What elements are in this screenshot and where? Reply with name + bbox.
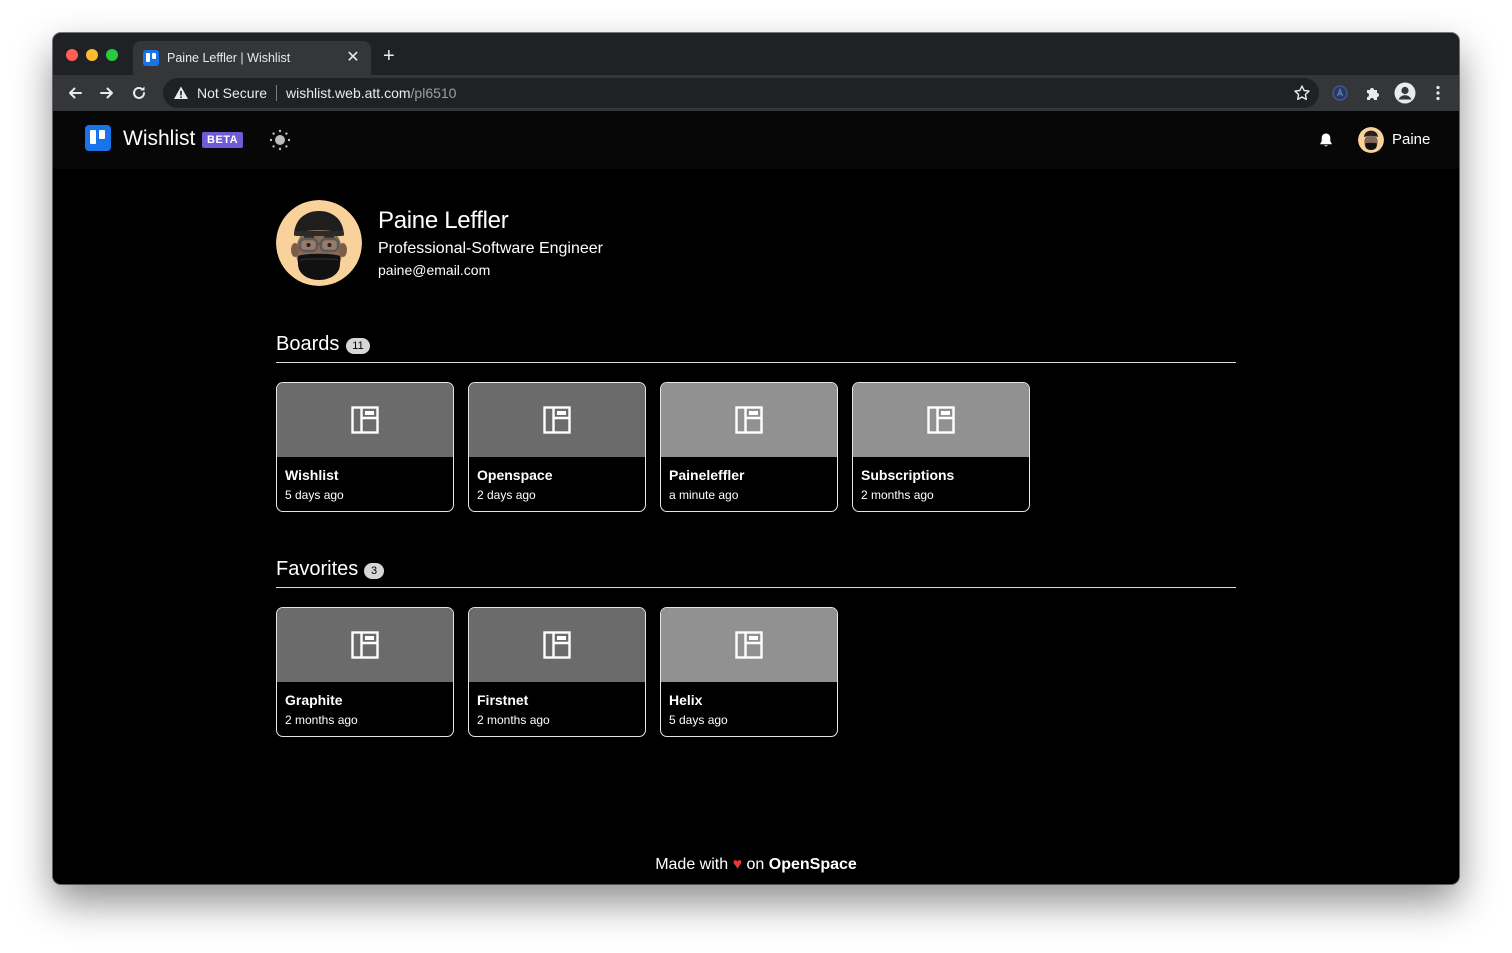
board-card-name: Subscriptions [861,467,955,483]
minimize-window-button[interactable] [86,49,98,61]
url-host: wishlist.web.att.com [286,85,411,101]
board-layout-icon [543,406,571,434]
forward-icon[interactable] [96,82,118,104]
board-card-cover [469,608,645,682]
footer-on: on [746,856,765,873]
boards-section-header: Boards 11 [276,333,1236,363]
board-layout-icon [735,631,763,659]
board-card-time: a minute ago [669,488,739,502]
profile-email: paine@email.com [378,262,491,278]
board-card-cover [661,608,837,682]
favorites-count-badge: 3 [364,563,384,579]
board-card-time: 5 days ago [285,488,344,502]
app-header: Wishlist BETA Paine [53,111,1459,169]
bookmark-star-icon[interactable] [1293,84,1311,102]
board-card-cover [853,383,1029,457]
close-tab-icon[interactable]: ✕ [345,50,361,66]
footer-made-with: Made with [655,856,729,873]
boards-count-badge: 11 [346,338,370,354]
boards-title: Boards [276,333,340,355]
theme-toggle-sun-icon[interactable] [269,129,291,151]
maximize-window-button[interactable] [106,49,118,61]
tab-title: Paine Leffler | Wishlist [167,51,291,65]
app-brand[interactable]: Wishlist [123,127,195,151]
notification-bell-icon[interactable] [1318,132,1334,148]
board-card[interactable]: Subscriptions 2 months ago [852,382,1030,512]
browser-toolbar: Not Secure wishlist.web.att.com/pl6510 [53,75,1459,111]
omnibox-divider [276,85,278,101]
board-layout-icon [735,406,763,434]
board-card[interactable]: Paineleffler a minute ago [660,382,838,512]
board-card-cover [277,608,453,682]
board-card-cover [277,383,453,457]
board-card-cover [469,383,645,457]
page-footer: Made with ♥ on OpenSpace [53,856,1459,874]
profile-name: Paine Leffler [378,207,509,234]
close-window-button[interactable] [66,49,78,61]
board-card-time: 2 months ago [285,713,358,727]
board-card[interactable]: Openspace 2 days ago [468,382,646,512]
board-card[interactable]: Wishlist 5 days ago [276,382,454,512]
board-card-name: Paineleffler [669,467,745,483]
board-card-name: Wishlist [285,467,339,483]
back-icon[interactable] [64,82,86,104]
board-card-time: 2 days ago [477,488,536,502]
extensions-puzzle-icon[interactable] [1362,82,1384,104]
address-bar[interactable]: Not Secure wishlist.web.att.com/pl6510 [163,78,1319,108]
board-card-name: Graphite [285,692,343,708]
favorites-title: Favorites [276,558,359,580]
favorite-card[interactable]: Firstnet 2 months ago [468,607,646,737]
browser-tab[interactable]: Paine Leffler | Wishlist ✕ [133,41,371,75]
board-layout-icon [543,631,571,659]
tab-strip: Paine Leffler | Wishlist ✕ + [53,33,1459,75]
browser-menu-icon[interactable] [1427,82,1449,104]
board-card-cover [661,383,837,457]
browser-window: Paine Leffler | Wishlist ✕ + Not Secure … [53,33,1459,884]
profile-avatar [276,200,362,286]
warning-icon [174,86,188,99]
heart-icon: ♥ [732,856,743,873]
url-path: /pl6510 [410,85,457,101]
profile-role: Professional-Software Engineer [378,240,604,257]
new-tab-button[interactable]: + [383,46,395,66]
board-layout-icon [927,406,955,434]
wishlist-favicon-icon [143,50,159,66]
favorite-card[interactable]: Helix 5 days ago [660,607,838,737]
board-layout-icon [351,631,379,659]
user-menu-name[interactable]: Paine [1392,131,1430,148]
wishlist-logo-icon[interactable] [85,125,111,151]
board-card-time: 5 days ago [669,713,728,727]
reload-icon[interactable] [128,82,150,104]
security-status[interactable]: Not Secure [197,85,267,101]
favorites-section-header: Favorites 3 [276,558,1236,588]
beta-badge: BETA [202,132,244,148]
board-card-name: Openspace [477,467,553,483]
favorite-card[interactable]: Graphite 2 months ago [276,607,454,737]
board-layout-icon [351,406,379,434]
extension-circle-icon[interactable] [1329,82,1351,104]
board-card-name: Helix [669,692,703,708]
board-card-time: 2 months ago [477,713,550,727]
board-card-name: Firstnet [477,692,529,708]
footer-openspace-link[interactable]: OpenSpace [769,856,857,873]
app-page: Wishlist BETA Paine Paine Leffler Profes… [53,111,1459,884]
profile-account-icon[interactable] [1394,82,1416,104]
user-avatar[interactable] [1358,127,1384,153]
board-card-time: 2 months ago [861,488,934,502]
